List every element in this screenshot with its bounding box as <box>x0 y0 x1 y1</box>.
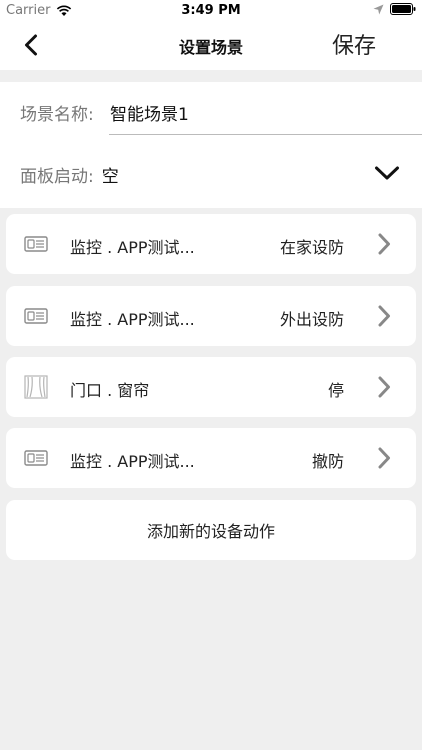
chevron-right-icon <box>378 376 390 398</box>
status-right <box>373 3 416 15</box>
scene-name-input[interactable] <box>110 96 422 128</box>
save-button[interactable]: 保存 <box>332 28 376 60</box>
battery-icon <box>390 3 416 15</box>
status-bar: Carrier 3:49 PM <box>0 0 422 20</box>
panel-trigger-row[interactable]: 面板启动: 空 <box>20 158 422 190</box>
scene-name-label: 场景名称: <box>20 104 94 125</box>
chevron-right-icon <box>378 447 390 469</box>
panel-trigger-label: 面板启动: <box>20 166 94 187</box>
chevron-right-icon <box>378 305 390 327</box>
scene-name-underline <box>109 134 422 135</box>
device-action-item[interactable]: 门口 . 窗帘 停 <box>6 357 416 417</box>
status-time: 3:49 PM <box>181 3 241 18</box>
location-arrow-icon <box>373 4 384 14</box>
device-action-value: 外出设防 <box>279 310 344 329</box>
scene-form: 场景名称: 面板启动: 空 <box>0 82 422 208</box>
add-device-action-button[interactable]: 添加新的设备动作 <box>6 500 416 560</box>
panel-device-icon <box>24 236 48 252</box>
device-action-value: 停 <box>327 381 344 400</box>
curtain-icon <box>24 375 48 399</box>
nav-bar: 设置场景 保存 <box>0 20 422 70</box>
device-action-value: 在家设防 <box>279 238 344 257</box>
panel-trigger-value: 空 <box>101 166 119 187</box>
chevron-right-icon <box>378 233 390 255</box>
device-action-item[interactable]: 监控 . APP测试... 在家设防 <box>6 214 416 274</box>
panel-trigger-dropdown[interactable] <box>372 160 402 186</box>
device-name: 监控 . APP测试... <box>70 452 195 471</box>
device-name: 门口 . 窗帘 <box>70 381 150 400</box>
panel-device-icon <box>24 308 48 324</box>
device-action-value: 撤防 <box>311 452 344 471</box>
device-action-item[interactable]: 监控 . APP测试... 撤防 <box>6 428 416 488</box>
device-action-item[interactable]: 监控 . APP测试... 外出设防 <box>6 286 416 346</box>
chevron-down-icon <box>375 166 399 180</box>
panel-device-icon <box>24 450 48 466</box>
scene-name-row: 场景名称: <box>20 96 422 128</box>
device-name: 监控 . APP测试... <box>70 238 195 257</box>
device-name: 监控 . APP测试... <box>70 310 195 329</box>
